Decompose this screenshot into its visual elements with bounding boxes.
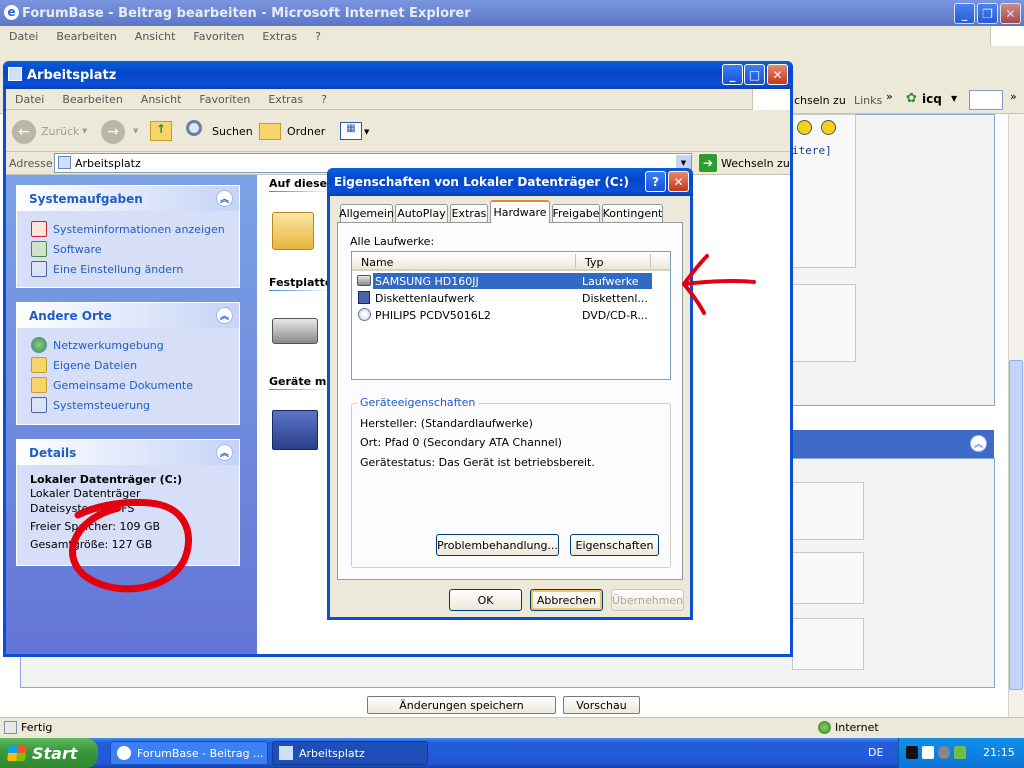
annotation-overlay <box>69 254 756 593</box>
start-label: Start <box>32 743 78 763</box>
annotation-arrow <box>682 254 756 315</box>
annotation-circle <box>69 498 192 593</box>
tray-icon[interactable] <box>922 746 934 759</box>
tray-icon[interactable] <box>906 746 918 759</box>
taskbar-item-ie[interactable]: ForumBase - Beitrag ... <box>110 741 268 765</box>
windows-flag-icon <box>7 745 27 761</box>
taskbar-item-explorer[interactable]: Arbeitsplatz <box>272 741 428 765</box>
taskbar-item-label: ForumBase - Beitrag ... <box>137 746 264 760</box>
tab-hardware[interactable]: Hardware <box>490 200 550 223</box>
taskbar-item-label: Arbeitsplatz <box>299 746 365 760</box>
clock[interactable]: 21:15 <box>983 746 1015 759</box>
tray-icon[interactable] <box>938 746 950 759</box>
start-button[interactable]: Start <box>0 738 98 768</box>
my-computer-icon <box>279 746 293 760</box>
language-indicator[interactable]: DE <box>868 746 883 759</box>
ie-icon <box>117 746 131 760</box>
tray-icon[interactable] <box>954 746 966 759</box>
